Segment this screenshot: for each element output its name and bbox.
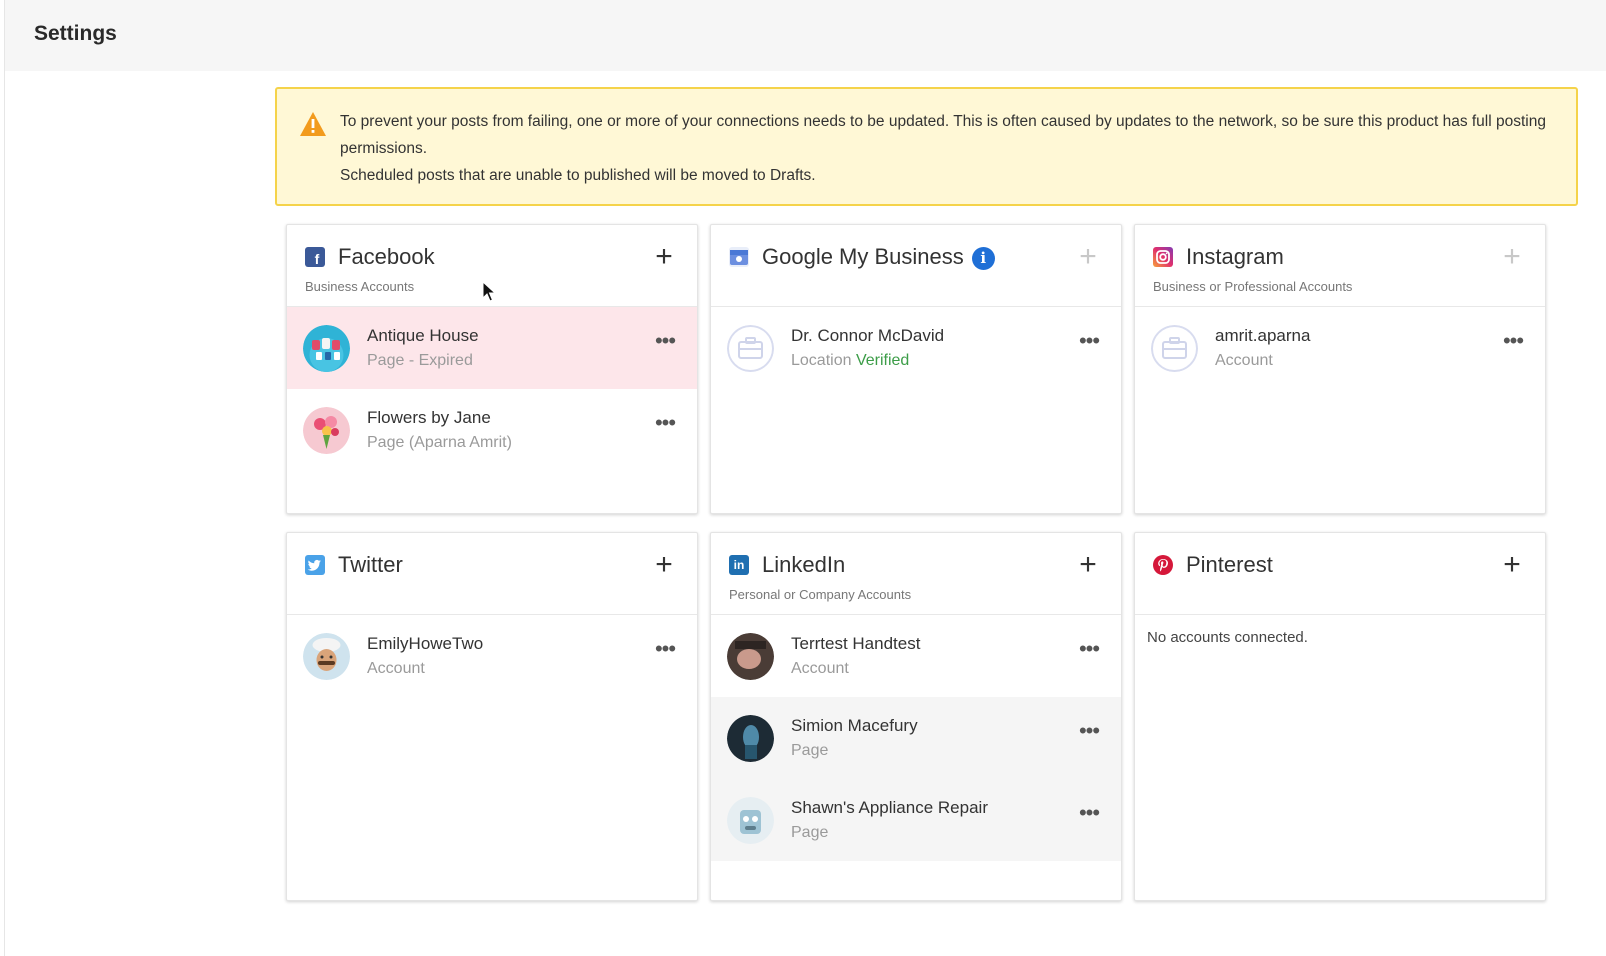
instagram-icon — [1153, 247, 1173, 267]
add-twitter-account-button[interactable]: + — [651, 550, 677, 580]
add-pinterest-account-button[interactable]: + — [1499, 550, 1525, 580]
card-title: Pinterest — [1186, 552, 1273, 577]
account-type: Page - Expired — [367, 352, 473, 369]
avatar — [727, 633, 774, 680]
facebook-icon: f — [305, 247, 325, 267]
account-type: Page — [791, 742, 829, 759]
twitter-card-header: Twitter + — [287, 533, 697, 615]
account-row-shawns-appliance-repair[interactable]: Shawn's Appliance Repair Page ••• — [711, 779, 1121, 861]
account-name: Shawn's Appliance Repair — [791, 798, 988, 817]
linkedin-icon: in — [729, 555, 749, 575]
account-name: Flowers by Jane — [367, 408, 491, 427]
briefcase-avatar-icon — [727, 325, 774, 372]
avatar — [303, 407, 350, 454]
linkedin-card-header: in LinkedIn Personal or Company Accounts… — [711, 533, 1121, 615]
more-options-button[interactable]: ••• — [1077, 720, 1101, 745]
settings-content: To prevent your posts from failing, one … — [5, 71, 1606, 956]
instagram-card: Instagram Business or Professional Accou… — [1134, 224, 1546, 514]
instagram-card-header: Instagram Business or Professional Accou… — [1135, 225, 1545, 307]
connection-warning-alert: To prevent your posts from failing, one … — [275, 87, 1578, 206]
verified-badge: Verified — [855, 352, 910, 369]
card-title: LinkedIn — [762, 552, 846, 577]
google-my-business-card: Google My Business i + Dr. Connor McDavid… — [710, 224, 1122, 514]
card-title: Twitter — [338, 552, 403, 577]
account-row-flowers-by-jane[interactable]: Flowers by Jane Page (Aparna Amrit) ••• — [287, 389, 697, 471]
account-row-antique-house[interactable]: Antique House Page - Expired ••• — [287, 307, 697, 389]
account-name: amrit.aparna — [1215, 326, 1311, 345]
account-type: Page — [791, 824, 829, 841]
page-header: Settings — [5, 0, 1606, 71]
twitter-card: Twitter + EmilyHoweTwo Account ••• — [286, 532, 698, 901]
card-title: Facebook — [338, 244, 435, 269]
card-title: Google My Business i — [762, 244, 995, 270]
avatar — [727, 797, 774, 844]
card-title: Instagram — [1186, 244, 1284, 269]
add-linkedin-account-button[interactable]: + — [1075, 550, 1101, 580]
mouse-cursor-icon — [482, 281, 496, 302]
info-icon[interactable]: i — [971, 247, 995, 270]
card-subtitle: Business or Professional Accounts — [1153, 279, 1353, 294]
more-options-button[interactable]: ••• — [653, 330, 677, 355]
card-title-text: Google My Business — [762, 244, 964, 269]
account-row-emilyhowetwo[interactable]: EmilyHoweTwo Account ••• — [287, 615, 697, 697]
page-title: Settings — [34, 22, 117, 45]
facebook-card: f Facebook Business Accounts + Antique H… — [286, 224, 698, 514]
account-name: Terrtest Handtest — [791, 634, 921, 653]
no-accounts-text: No accounts connected. — [1147, 629, 1308, 646]
account-row-terrtest-handtest[interactable]: Terrtest Handtest Account ••• — [711, 615, 1121, 697]
more-options-button[interactable]: ••• — [1077, 638, 1101, 663]
pinterest-icon — [1153, 555, 1173, 575]
account-name: EmilyHoweTwo — [367, 634, 484, 653]
alert-text: To prevent your posts from failing, one … — [340, 108, 1560, 189]
card-subtitle: Personal or Company Accounts — [729, 587, 912, 602]
account-row-amrit-aparna[interactable]: amrit.aparna Account ••• — [1135, 307, 1545, 389]
add-google-account-button[interactable]: + — [1075, 242, 1101, 272]
account-type: Account — [367, 660, 425, 677]
more-options-button[interactable]: ••• — [653, 412, 677, 437]
google-card-header: Google My Business i + — [711, 225, 1121, 307]
add-facebook-account-button[interactable]: + — [651, 242, 677, 272]
account-row-connor-mcdavid[interactable]: Dr. Connor McDavid Location Verified ••• — [711, 307, 1121, 389]
pinterest-card: Pinterest + No accounts connected. — [1134, 532, 1546, 901]
account-type-text: Location — [791, 352, 852, 369]
linkedin-card: in LinkedIn Personal or Company Accounts… — [710, 532, 1122, 901]
more-options-button[interactable]: ••• — [1077, 330, 1101, 355]
account-row-simion-macefury[interactable]: Simion Macefury Page ••• — [711, 697, 1121, 779]
more-options-button[interactable]: ••• — [1501, 330, 1525, 355]
alert-line-1: To prevent your posts from failing, one … — [340, 113, 1546, 157]
more-options-button[interactable]: ••• — [653, 638, 677, 663]
account-name: Dr. Connor McDavid — [791, 326, 945, 345]
avatar — [303, 325, 350, 372]
account-type: Page (Aparna Amrit) — [367, 434, 512, 451]
account-name: Simion Macefury — [791, 716, 918, 735]
account-type: Location Verified — [791, 352, 909, 370]
briefcase-avatar-icon — [1151, 325, 1198, 372]
pinterest-card-header: Pinterest + — [1135, 533, 1545, 615]
add-instagram-account-button[interactable]: + — [1499, 242, 1525, 272]
avatar — [727, 715, 774, 762]
card-subtitle: Business Accounts — [305, 279, 415, 294]
warning-icon — [300, 112, 326, 136]
avatar — [303, 633, 350, 680]
more-options-button[interactable]: ••• — [1077, 802, 1101, 827]
account-type: Account — [791, 660, 849, 677]
twitter-icon — [305, 555, 325, 575]
account-type: Account — [1215, 352, 1273, 369]
account-name: Antique House — [367, 326, 479, 345]
google-my-business-icon — [729, 247, 749, 267]
alert-line-2: Scheduled posts that are unable to publi… — [340, 167, 816, 184]
